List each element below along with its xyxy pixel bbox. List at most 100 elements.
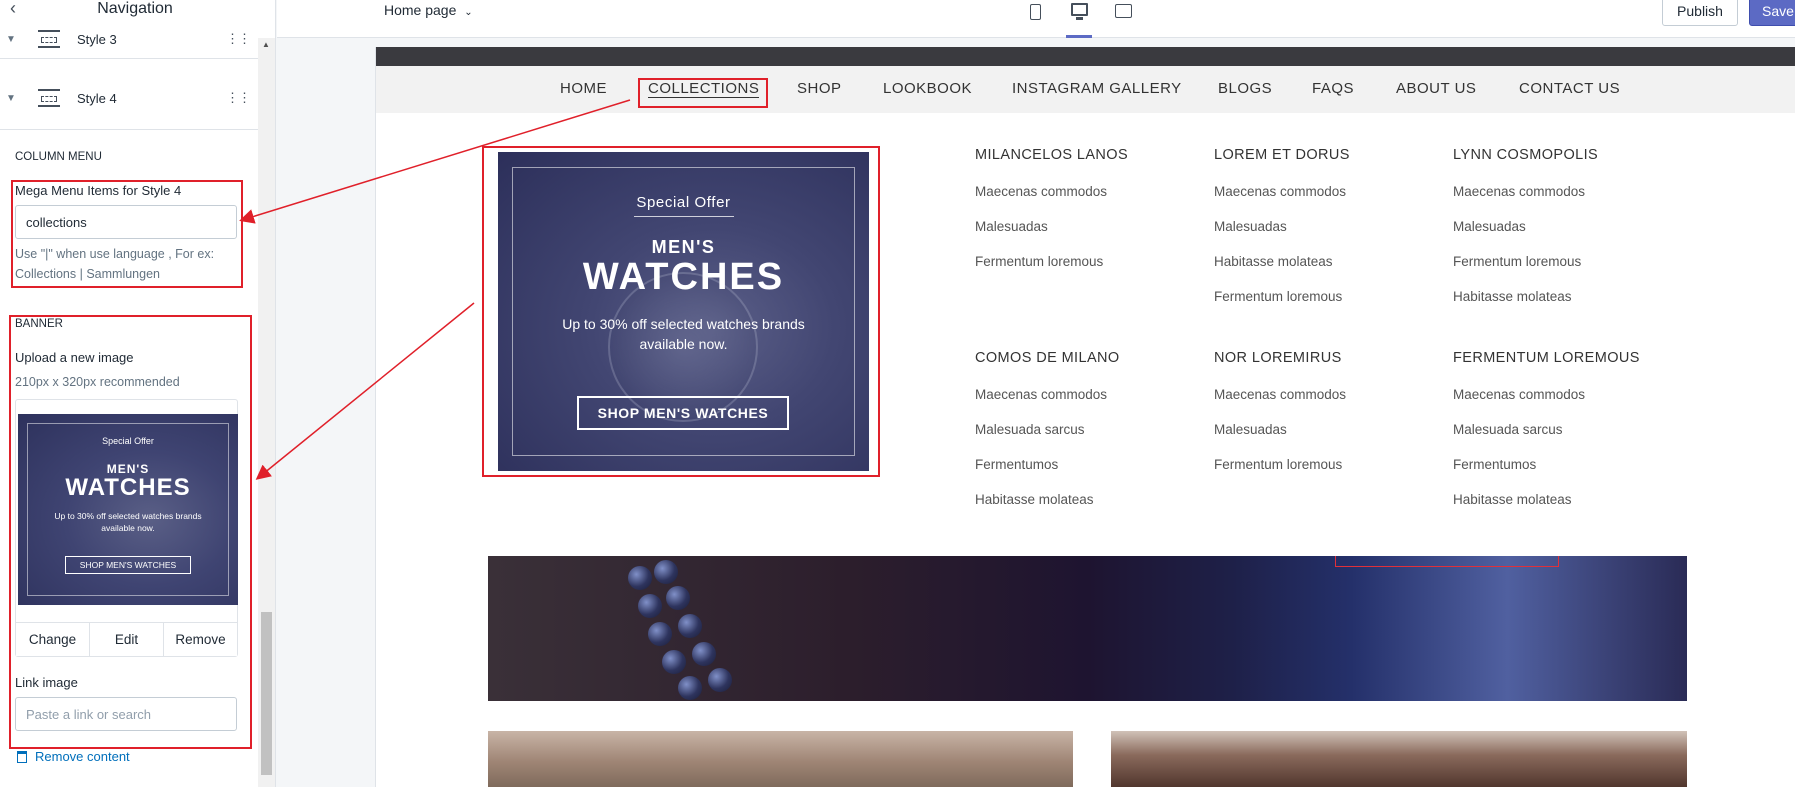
banner-title: BANNER bbox=[15, 318, 63, 330]
link-image-input[interactable] bbox=[15, 697, 237, 731]
menu-link[interactable]: Fermentumos bbox=[975, 455, 1120, 474]
nav-faqs[interactable]: FAQS bbox=[1312, 80, 1354, 97]
remove-content-label: Remove content bbox=[35, 749, 130, 764]
save-button[interactable]: Save bbox=[1749, 0, 1795, 26]
caret-down-icon[interactable]: ▼ bbox=[6, 34, 16, 45]
thumb-watches: WATCHES bbox=[65, 474, 191, 501]
menu-link[interactable]: Fermentumos bbox=[1453, 455, 1640, 474]
menu-link[interactable]: Fermentum loremous bbox=[1214, 455, 1346, 474]
remove-image-button[interactable]: Remove bbox=[164, 623, 237, 656]
menu-column: MILANCELOS LANOS Maecenas commodos Males… bbox=[975, 147, 1128, 287]
desktop-icon bbox=[1070, 3, 1088, 20]
menu-link[interactable]: Malesuadas bbox=[1214, 217, 1350, 236]
column-menu-title: COLUMN MENU bbox=[15, 151, 102, 163]
thumb-offer: Special Offer bbox=[102, 436, 154, 446]
menu-column: FERMENTUM LOREMOUS Maecenas commodos Mal… bbox=[1453, 350, 1640, 525]
device-switcher bbox=[1022, 0, 1136, 38]
menu-link[interactable]: Malesuadas bbox=[1214, 420, 1346, 439]
trash-icon bbox=[17, 750, 27, 763]
nav-lookbook[interactable]: LOOKBOOK bbox=[883, 80, 972, 97]
desktop-view-button[interactable] bbox=[1066, 0, 1092, 38]
sidebar-title: Navigation bbox=[97, 0, 173, 17]
drag-handle-icon[interactable]: ⋮⋮ bbox=[226, 90, 251, 106]
nav-collections[interactable]: COLLECTIONS bbox=[648, 80, 760, 98]
bracelet-beads bbox=[618, 556, 798, 701]
menu-link[interactable]: Maecenas commodos bbox=[1214, 182, 1350, 201]
menu-column: LYNN COSMOPOLIS Maecenas commodos Malesu… bbox=[1453, 147, 1598, 322]
remove-content-link[interactable]: Remove content bbox=[17, 749, 130, 764]
edit-image-button[interactable]: Edit bbox=[90, 623, 164, 656]
menu-link[interactable]: Habitasse molateas bbox=[1214, 252, 1350, 271]
section-row-style-4[interactable]: ▼ Style 4 ⋮⋮ bbox=[0, 78, 258, 118]
store-navbar: HOME COLLECTIONS SHOP LOOKBOOK INSTAGRAM… bbox=[376, 66, 1795, 113]
featured-photo bbox=[488, 731, 1073, 787]
menu-link[interactable]: Malesuadas bbox=[975, 217, 1128, 236]
menu-column: NOR LOREMIRUS Maecenas commodos Malesuad… bbox=[1214, 350, 1346, 490]
link-image-label: Link image bbox=[15, 675, 78, 690]
menu-link[interactable]: Malesuada sarcus bbox=[1453, 420, 1640, 439]
caret-down-icon[interactable]: ▼ bbox=[6, 93, 16, 104]
nav-instagram-gallery[interactable]: INSTAGRAM GALLERY bbox=[1012, 80, 1182, 97]
sidebar: ‹ Navigation ▼ Style 3 ⋮⋮ ▼ Style 4 ⋮⋮ C… bbox=[0, 0, 276, 787]
menu-link[interactable]: Malesuadas bbox=[1453, 217, 1598, 236]
page-select[interactable]: Home page ⌄ bbox=[384, 2, 473, 18]
nav-about-us[interactable]: ABOUT US bbox=[1396, 80, 1476, 97]
menu-link[interactable]: Fermentum loremous bbox=[975, 252, 1128, 271]
mobile-icon bbox=[1029, 4, 1041, 20]
section-row-style-3[interactable]: ▼ Style 3 ⋮⋮ bbox=[0, 19, 258, 59]
sidebar-scrollbar-thumb[interactable] bbox=[261, 612, 272, 775]
fullscreen-view-button[interactable] bbox=[1110, 0, 1136, 38]
menu-column-heading[interactable]: FERMENTUM LOREMOUS bbox=[1453, 350, 1640, 366]
nav-contact-us[interactable]: CONTACT US bbox=[1519, 80, 1620, 97]
menu-column-heading[interactable]: MILANCELOS LANOS bbox=[975, 147, 1128, 163]
upload-label: Upload a new image bbox=[15, 350, 134, 365]
menu-link[interactable]: Maecenas commodos bbox=[975, 182, 1128, 201]
section-label: Style 3 bbox=[77, 31, 117, 47]
drag-handle-icon[interactable]: ⋮⋮ bbox=[226, 31, 251, 47]
mega-menu-input[interactable] bbox=[15, 205, 237, 239]
shop-mens-watches-button[interactable]: SHOP MEN'S WATCHES bbox=[577, 396, 789, 430]
menu-link[interactable]: Maecenas commodos bbox=[1214, 385, 1346, 404]
publish-button[interactable]: Publish bbox=[1662, 0, 1738, 26]
change-image-button[interactable]: Change bbox=[16, 623, 90, 656]
announcement-bar bbox=[376, 47, 1795, 66]
section-label: Style 4 bbox=[77, 90, 117, 106]
menu-link[interactable]: Maecenas commodos bbox=[975, 385, 1120, 404]
page-select-value: Home page bbox=[384, 2, 457, 18]
nav-home[interactable]: HOME bbox=[560, 80, 607, 97]
thumb-cta: SHOP MEN'S WATCHES bbox=[65, 556, 191, 574]
offer-underline bbox=[634, 216, 734, 217]
menu-column-heading[interactable]: LOREM ET DORUS bbox=[1214, 147, 1350, 163]
mobile-view-button[interactable] bbox=[1022, 0, 1048, 38]
image-actions: Change Edit Remove bbox=[16, 622, 237, 656]
mega-menu-label: Mega Menu Items for Style 4 bbox=[15, 183, 182, 198]
banner-subtitle: Up to 30% off selected watches brands av… bbox=[562, 316, 805, 352]
menu-column-heading[interactable]: NOR LOREMIRUS bbox=[1214, 350, 1346, 366]
nav-shop[interactable]: SHOP bbox=[797, 80, 842, 97]
divider bbox=[0, 129, 258, 130]
menu-link[interactable]: Maecenas commodos bbox=[1453, 182, 1598, 201]
chevron-down-icon: ⌄ bbox=[464, 7, 473, 18]
banner-watches: WATCHES bbox=[582, 256, 785, 298]
menu-link[interactable]: Habitasse molateas bbox=[1453, 287, 1598, 306]
section-layout-icon bbox=[38, 89, 60, 107]
image-picker: Special Offer MEN'S WATCHES Up to 30% of… bbox=[15, 399, 238, 657]
scroll-up-arrow-icon[interactable]: ▲ bbox=[262, 40, 270, 49]
menu-link[interactable]: Malesuada sarcus bbox=[975, 420, 1120, 439]
menu-link[interactable]: Habitasse molateas bbox=[1453, 490, 1640, 509]
menu-link[interactable]: Maecenas commodos bbox=[1453, 385, 1640, 404]
store-preview: HOME COLLECTIONS SHOP LOOKBOOK INSTAGRAM… bbox=[375, 47, 1795, 787]
menu-column-heading[interactable]: LYNN COSMOPOLIS bbox=[1453, 147, 1598, 163]
menu-link[interactable]: Habitasse molateas bbox=[975, 490, 1120, 509]
menu-link[interactable]: Fermentum loremous bbox=[1214, 287, 1350, 306]
mega-menu-banner[interactable]: Special Offer MEN'S WATCHES Up to 30% of… bbox=[498, 152, 869, 471]
banner-offer: Special Offer bbox=[636, 194, 731, 211]
banner-mens: MEN'S bbox=[651, 237, 716, 257]
menu-column-heading[interactable]: COMOS DE MILANO bbox=[975, 350, 1120, 366]
section-layout-icon bbox=[38, 30, 60, 48]
thumb-sub: Up to 30% off selected watches brands av… bbox=[54, 511, 202, 533]
hero-image bbox=[488, 556, 1687, 701]
nav-blogs[interactable]: BLOGS bbox=[1218, 80, 1272, 97]
menu-link[interactable]: Fermentum loremous bbox=[1453, 252, 1598, 271]
featured-photo bbox=[1111, 731, 1687, 787]
